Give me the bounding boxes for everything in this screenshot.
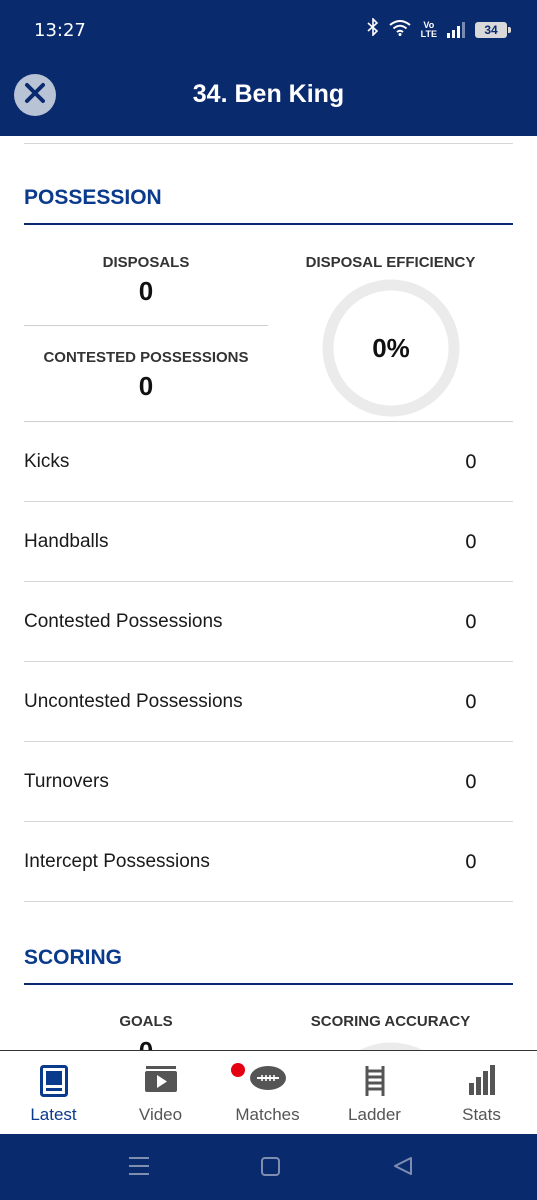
scoring-accuracy-ring (359, 1042, 423, 1050)
player-stats-content[interactable]: POSSESSION DISPOSALS 0 CONTESTED POSSESS… (0, 136, 537, 1050)
stat-row-intercept-possessions: Intercept Possessions 0 (24, 822, 513, 902)
news-tablet-icon (39, 1065, 68, 1102)
app-header: 13:27 Vo LTE 34 34. Ben King (0, 0, 537, 136)
stat-value: 0 (464, 611, 477, 633)
football-icon (249, 1065, 287, 1096)
stat-row-uncontested-possessions: Uncontested Possessions 0 (24, 662, 513, 742)
scoring-accuracy-label: SCORING ACCURACY (310, 1013, 471, 1030)
disposal-efficiency-label: DISPOSAL EFFICIENCY (305, 254, 476, 271)
page-title: 34. Ben King (192, 80, 345, 108)
bottom-navigation: Latest Video Matches Ladder Stats (0, 1050, 537, 1134)
nav-ladder[interactable]: Ladder (321, 1051, 428, 1135)
status-icons: Vo LTE 34 (367, 17, 511, 41)
nav-stats[interactable]: Stats (428, 1051, 535, 1135)
nav-label: Stats (462, 1105, 501, 1124)
nav-label: Latest (30, 1105, 77, 1124)
goals-value: 0 (24, 1036, 268, 1050)
section-rule (24, 223, 513, 225)
stat-row-kicks: Kicks 0 (24, 422, 513, 502)
stat-name: Turnovers (24, 771, 109, 792)
nav-latest[interactable]: Latest (0, 1051, 107, 1135)
nav-label: Video (138, 1105, 183, 1124)
section-rule (24, 983, 513, 985)
status-bar: 13:27 Vo LTE 34 (0, 0, 537, 60)
contested-possessions-label: CONTESTED POSSESSIONS (43, 349, 249, 366)
stat-value: 0 (464, 851, 477, 873)
system-navigation-bar (0, 1134, 537, 1200)
back-icon[interactable] (392, 1154, 414, 1183)
bluetooth-icon (367, 17, 379, 41)
goals-label: GOALS (119, 1013, 173, 1030)
menu-icon[interactable] (128, 1154, 150, 1183)
stat-value: 0 (464, 451, 477, 473)
contested-possessions-value: 0 (138, 371, 154, 401)
divider (24, 325, 268, 326)
stat-value: 0 (464, 691, 477, 713)
nav-label: Ladder (348, 1105, 401, 1124)
disposals-label: DISPOSALS (102, 254, 190, 271)
nav-video[interactable]: Video (107, 1051, 214, 1135)
ladder-icon (364, 1065, 386, 1102)
battery-icon: 34 (475, 21, 511, 38)
stat-row-turnovers: Turnovers 0 (24, 742, 513, 822)
video-play-icon (144, 1065, 178, 1098)
signal-icon (447, 21, 465, 38)
stat-row-contested-possessions: Contested Possessions 0 (24, 582, 513, 662)
wifi-icon (389, 20, 411, 39)
section-title-scoring: SCORING (24, 946, 123, 969)
disposals-value: 0 (138, 276, 154, 306)
status-time: 13:27 (34, 20, 86, 41)
nav-label: Matches (235, 1105, 300, 1124)
stat-name: Kicks (24, 451, 70, 472)
section-title-possession: POSSESSION (24, 186, 162, 209)
stat-name: Intercept Possessions (24, 851, 210, 872)
stat-value: 0 (464, 531, 477, 553)
home-icon[interactable] (260, 1154, 282, 1183)
stat-name: Contested Possessions (24, 611, 223, 632)
volte-icon: Vo LTE (420, 19, 437, 39)
stat-name: Handballs (24, 531, 109, 552)
bar-chart-icon (468, 1065, 496, 1100)
nav-matches[interactable]: Matches (214, 1051, 321, 1135)
stat-name: Uncontested Possessions (24, 691, 243, 712)
stat-value: 0 (464, 771, 477, 793)
divider (24, 143, 513, 144)
notification-badge (231, 1063, 245, 1077)
stat-row-handballs: Handballs 0 (24, 502, 513, 582)
disposal-efficiency-value: 0% (372, 333, 410, 363)
